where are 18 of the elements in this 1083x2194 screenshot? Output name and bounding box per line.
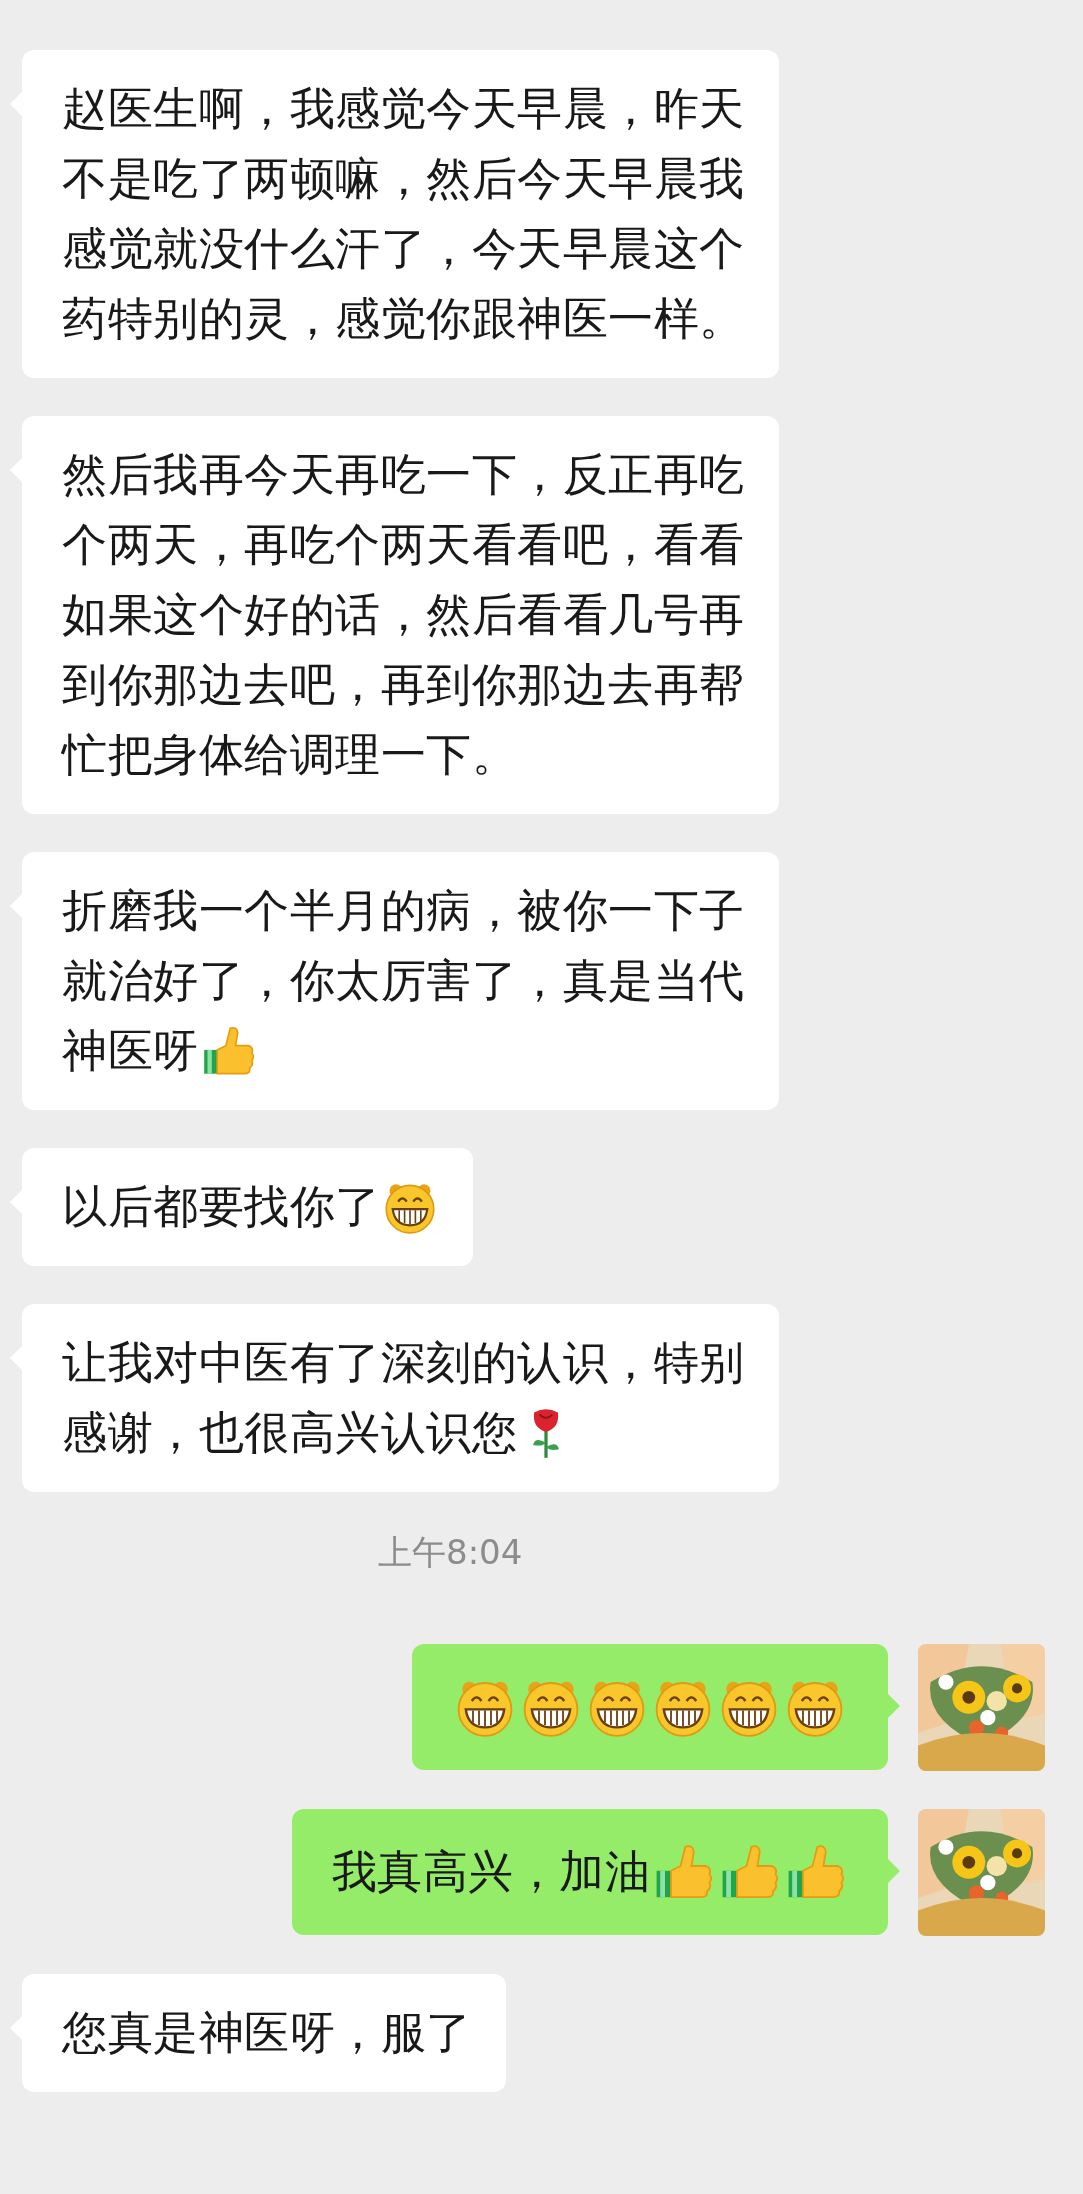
message-text: 您真是神医呀，服了 xyxy=(62,2005,472,2061)
message-text: 如果这个好的话，然后看看几号再 xyxy=(62,587,745,643)
message-text: 赵医生啊，我感觉今天早晨，昨天 xyxy=(62,81,745,137)
message-text: 神医呀 xyxy=(62,1023,199,1079)
message-text: 感觉就没什么汗了，今天早晨这个 xyxy=(62,221,745,277)
message-text: 药特别的灵，感觉你跟神医一样。 xyxy=(62,291,745,347)
message-text: 忙把身体给调理一下。 xyxy=(62,727,517,783)
message-text: 感谢，也很高兴认识您 xyxy=(62,1405,517,1461)
message-text: 然后我再今天再吃一下，反正再吃 xyxy=(62,447,745,503)
message-text: 不是吃了两顿嘛，然后今天早晨我 xyxy=(62,151,745,207)
message-text: 到你那边去吧，再到你那边去再帮 xyxy=(62,657,745,713)
message-text: 以后都要找你了 xyxy=(62,1179,381,1235)
message-text: 个两天，再吃个两天看看吧，看看 xyxy=(62,517,745,573)
message-text: 我真高兴，加油 xyxy=(331,1844,650,1900)
message-text: 让我对中医有了深刻的认识，特别 xyxy=(62,1335,745,1391)
message-text: 就治好了，你太厉害了，真是当代 xyxy=(62,953,745,1009)
message-text: 折磨我一个半月的病，被你一下子 xyxy=(62,883,745,939)
timestamp: 上午8:04 xyxy=(378,1531,524,1574)
